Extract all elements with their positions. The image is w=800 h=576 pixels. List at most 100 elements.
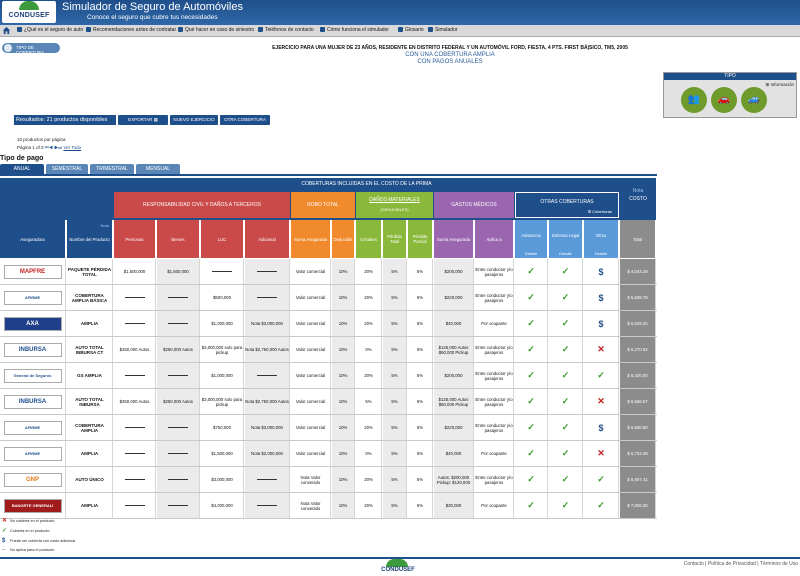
footer: CONDUSEF Contacto | Política de Privacid… xyxy=(0,557,800,576)
col-header-pt[interactable]: Pérdida Total xyxy=(383,220,407,258)
tab-anual[interactable]: ANUAL xyxy=(0,164,44,174)
cell-cristales: 20% xyxy=(356,311,382,336)
tipo-pago-heading: Tipo de pago xyxy=(0,155,44,162)
car-icon[interactable]: 🚗 xyxy=(711,87,737,113)
people-icon[interactable]: 👥 xyxy=(681,87,707,113)
legend-label: No aplica para el producto xyxy=(10,548,55,552)
dash-icon xyxy=(257,505,277,506)
cell-gm_suma: $30,000 xyxy=(434,493,474,518)
cell-value: $250,000 Autos xyxy=(119,347,150,352)
nav-item-telefonos[interactable]: Teléfonos de contacto xyxy=(258,27,314,35)
cell-value: GS AMPLIA xyxy=(77,373,102,378)
coberturas-link[interactable]: ⊞ Coberturas xyxy=(516,207,618,217)
note-label[interactable]: Nota xyxy=(620,188,656,194)
cell-luc: $4,000,000 xyxy=(201,493,244,518)
view-all-link[interactable]: Ver Todo xyxy=(63,145,81,150)
page-indicator: Página 1 of 3 xyxy=(17,145,44,150)
nav-item-glosario[interactable]: Glosario xyxy=(398,27,424,35)
col-header-o1[interactable]: Asistencia Detalle xyxy=(515,220,548,258)
cell-value: $3,000,000 solo para pickup xyxy=(201,344,243,355)
cell-cristales: 20% xyxy=(356,467,382,492)
cell-product: AMPLIA xyxy=(67,441,113,466)
col-header-total[interactable]: Total xyxy=(620,220,656,258)
footer-logo[interactable]: CONDUSEF xyxy=(368,559,428,575)
cell-o1: ✓ xyxy=(515,285,548,310)
contact-link[interactable]: Contacto xyxy=(684,561,704,567)
cell-pp: 5% xyxy=(408,285,433,310)
cell-product: GS AMPLIA xyxy=(67,363,113,388)
col-header-o2[interactable]: Defensa Legal Detalle xyxy=(549,220,583,258)
exercise-payment: CON PAGOS ANUALES xyxy=(417,59,483,65)
nav-label: Teléfonos de contacto xyxy=(265,27,314,33)
privacy-link[interactable]: Política de Privacidad xyxy=(708,561,756,567)
legend-additional: $ Puede ser cubierta con costo adicional xyxy=(2,538,75,544)
export-button[interactable]: EXPORTAR ▦ xyxy=(118,115,168,125)
legend-na: – No aplica para el producto xyxy=(2,547,54,553)
col-header-gm_suma[interactable]: Suma Asegurada xyxy=(434,220,474,258)
cell-o1: ✓ xyxy=(515,311,548,336)
home-icon[interactable] xyxy=(2,26,11,35)
cell-gm_suma: $40,000 xyxy=(434,311,474,336)
col-header-product[interactable]: Nombre del Producto Nota xyxy=(67,220,113,258)
cell-adicional xyxy=(245,363,290,388)
car-side-icon[interactable]: 🚙 xyxy=(741,87,767,113)
col-header-label: Otros xyxy=(595,232,607,238)
cell-total: $ 4,043.29 xyxy=(620,259,656,284)
terms-link[interactable]: Términos de Uso xyxy=(760,561,798,567)
cell-value: $ 6,907.41 xyxy=(627,477,648,482)
col-header-luc[interactable]: LUC xyxy=(201,220,244,258)
col-header-suma[interactable]: Suma Asegurada xyxy=(291,220,331,258)
detalle-link[interactable]: Detalle xyxy=(515,251,547,256)
col-header-cristales[interactable]: Cristales xyxy=(356,220,382,258)
cell-bienes: $250,000 Autos xyxy=(157,389,200,414)
nav-item-como-funciona[interactable]: Cómo funciona el simulador xyxy=(320,27,389,35)
tipo-cobertura-button[interactable]: TIPO DE COBERTURA xyxy=(2,43,60,55)
check-icon: ✓ xyxy=(527,396,535,406)
cell-value: $750,000 xyxy=(213,425,231,430)
pagination-arrows-icon[interactable]: ⏮◀ ▶⏭ xyxy=(45,145,62,150)
tab-mensual[interactable]: MENSUAL xyxy=(136,164,180,174)
dollar-icon: $ xyxy=(598,266,604,277)
col-header-personas[interactable]: Personas xyxy=(114,220,156,258)
other-coverage-button[interactable]: OTRA COBERTURA xyxy=(220,115,270,125)
col-header-bienes[interactable]: Bienes xyxy=(157,220,200,258)
cell-pp: 5% xyxy=(408,493,433,518)
cell-bienes xyxy=(157,493,200,518)
col-header-label: Nombre del Producto xyxy=(69,236,110,242)
nav-item-recomendaciones[interactable]: Recomendaciones antes de contratar xyxy=(86,27,176,35)
nav-item-simulador[interactable]: Simulador xyxy=(428,27,458,35)
footer-links: Contacto | Política de Privacidad | Térm… xyxy=(683,561,798,567)
col-header-o3[interactable]: Otros Detalle xyxy=(584,220,619,258)
cell-adicional: Nota $2,750,000 Autos xyxy=(245,389,290,414)
detalle-link[interactable]: Detalle xyxy=(549,251,582,256)
tab-trimestral[interactable]: TRIMESTRAL xyxy=(90,164,134,174)
info-link[interactable]: ⊞ Información xyxy=(765,82,794,88)
cell-value: 5% xyxy=(416,269,424,274)
cell-value: $40,000 xyxy=(445,451,462,456)
cell-value: Valor comercial xyxy=(295,373,326,378)
col-header-adicional[interactable]: Adicional xyxy=(245,220,290,258)
cell-value: AMPLIA xyxy=(80,451,99,456)
cell-pp: 5% xyxy=(408,441,433,466)
nav-item-siniestro[interactable]: Qué hacer en caso de siniestro xyxy=(178,27,254,35)
cell-adicional xyxy=(245,285,290,310)
x-icon: ✕ xyxy=(2,518,8,524)
check-icon: ✓ xyxy=(561,422,570,432)
col-header-pp[interactable]: Pérdida Parcial xyxy=(408,220,433,258)
col-header-deducible[interactable]: Deducible xyxy=(332,220,355,258)
col-header-aplica[interactable]: Aplica a xyxy=(475,220,514,258)
col-header-insurer[interactable]: Aseguradora xyxy=(0,220,66,258)
cell-insurer: BANORTE GENERALI xyxy=(0,493,66,518)
note-link[interactable]: Nota xyxy=(101,223,109,228)
tab-semestral[interactable]: SEMESTRAL xyxy=(46,164,88,174)
dash-icon xyxy=(168,375,188,376)
cell-value: Entre conductor y/o pasajeros xyxy=(475,396,513,407)
group-rc: RESPONSABILIDAD CIVIL Y DAÑOS A TERCEROS xyxy=(114,192,290,218)
condusef-logo[interactable]: CONDUSEF xyxy=(2,1,56,23)
dash-icon xyxy=(124,297,145,298)
new-exercise-button[interactable]: NUEVO EJERCICIO xyxy=(170,115,218,125)
cell-value: 5% xyxy=(391,347,398,352)
detalle-link[interactable]: Detalle xyxy=(584,251,618,256)
dollar-icon: $ xyxy=(598,422,604,433)
nav-item-que-es[interactable]: ¿Qué es el seguro de auto xyxy=(17,27,83,35)
